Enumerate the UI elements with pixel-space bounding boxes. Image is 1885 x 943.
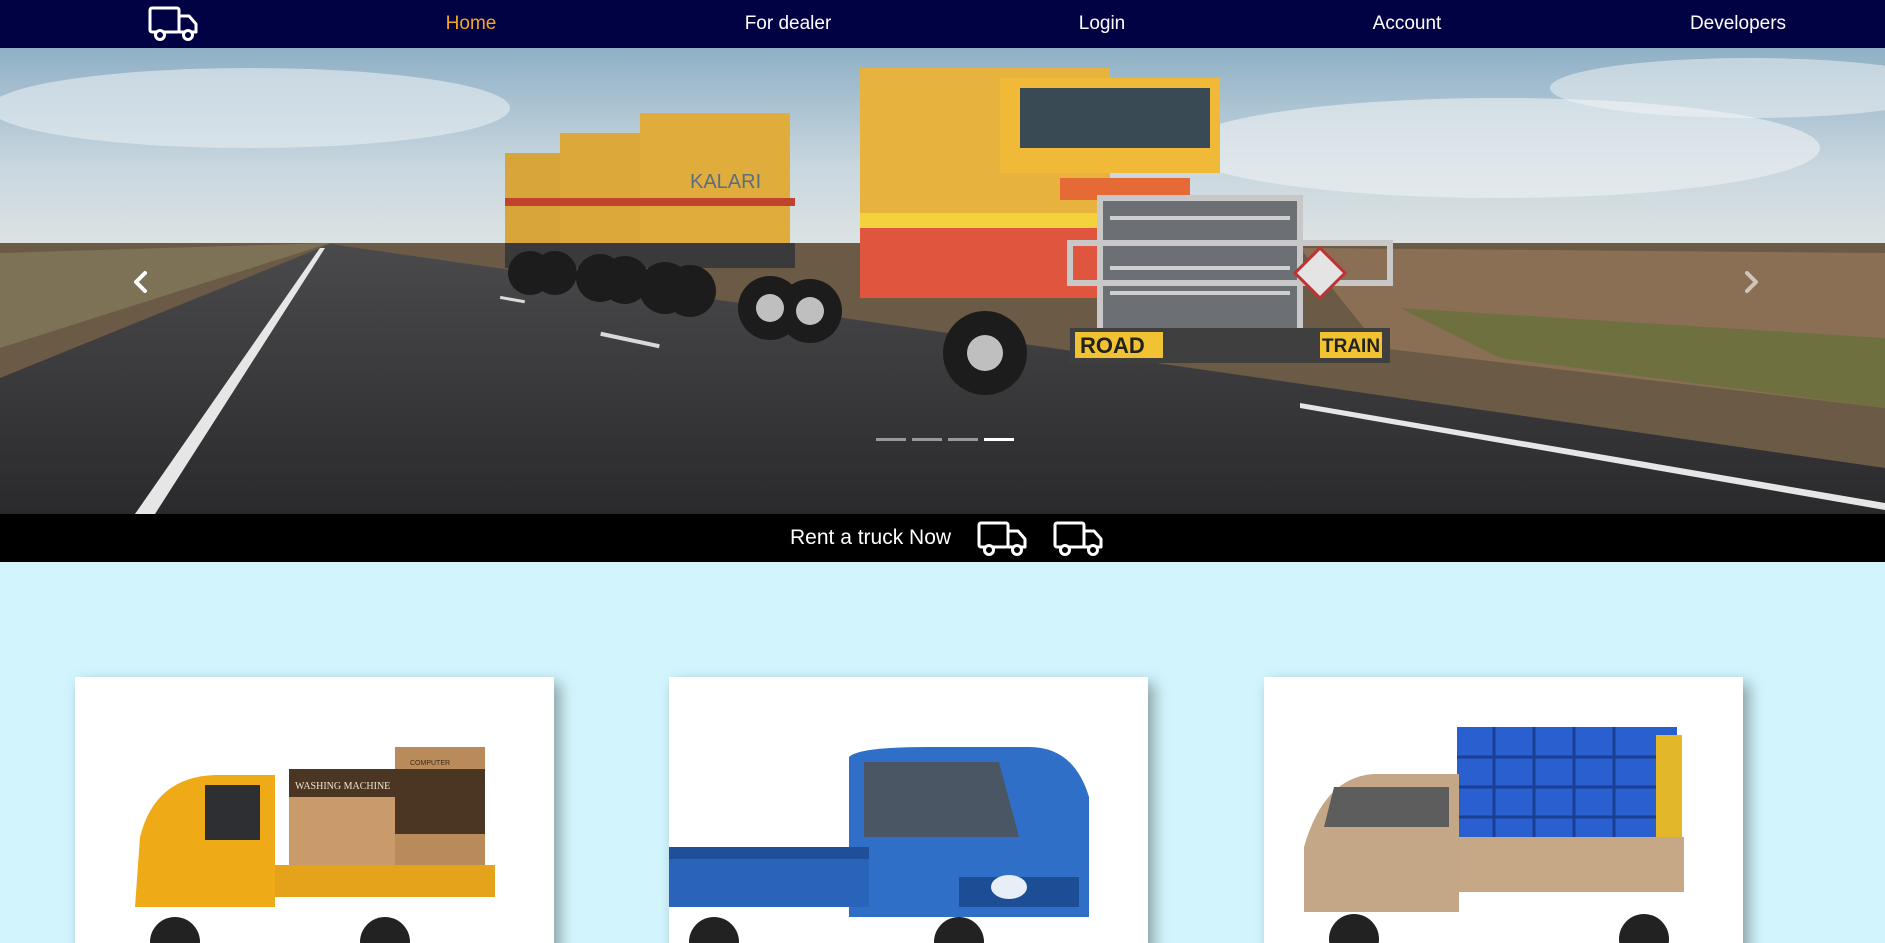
box-label-computer: COMPUTER — [410, 760, 450, 767]
rent-bar: Rent a truck Now — [0, 514, 1885, 562]
carousel-prev-button[interactable] — [125, 266, 155, 298]
vehicle-card-beige-pickup[interactable] — [1264, 677, 1743, 943]
hero-carousel: KALARI ROAD TRAIN — [0, 48, 1885, 514]
vehicle-card-three-wheeler[interactable]: WASHING MACHINE COMPUTER — [75, 677, 554, 943]
truck-icon[interactable] — [977, 519, 1029, 559]
truck-icon[interactable] — [148, 5, 200, 43]
box-label-washing-machine: WASHING MACHINE — [295, 781, 390, 792]
blue-pickup-image — [669, 747, 1089, 943]
vehicle-card-blue-pickup[interactable] — [669, 677, 1148, 943]
plate-right-text: TRAIN — [1322, 336, 1380, 357]
chevron-left-icon — [134, 271, 147, 293]
nav-developers[interactable]: Developers — [1690, 0, 1786, 48]
carousel-indicator-1[interactable] — [876, 438, 906, 441]
nav-for-dealer[interactable]: For dealer — [745, 0, 832, 48]
three-wheeler-image: WASHING MACHINE COMPUTER — [135, 747, 495, 943]
nav-login[interactable]: Login — [1079, 0, 1126, 48]
plate-left-text: ROAD — [1080, 333, 1145, 358]
nav-home[interactable]: Home — [446, 0, 497, 48]
chevron-right-icon — [1745, 271, 1758, 293]
carousel-next-button[interactable] — [1737, 266, 1767, 298]
road-train-photo: KALARI ROAD TRAIN — [0, 48, 1885, 514]
truck-icon[interactable] — [1053, 519, 1105, 559]
rent-truck-link[interactable]: Rent a truck Now — [790, 514, 951, 562]
carousel-indicator-2[interactable] — [912, 438, 942, 441]
carousel-indicators — [876, 438, 1014, 441]
beige-pickup-image — [1304, 727, 1684, 943]
carousel-indicator-4[interactable] — [984, 438, 1014, 441]
top-navbar: Home For dealer Login Account Developers — [0, 0, 1885, 48]
carousel-indicator-3[interactable] — [948, 438, 978, 441]
trailer-text: KALARI — [690, 171, 761, 193]
nav-account[interactable]: Account — [1373, 0, 1442, 48]
